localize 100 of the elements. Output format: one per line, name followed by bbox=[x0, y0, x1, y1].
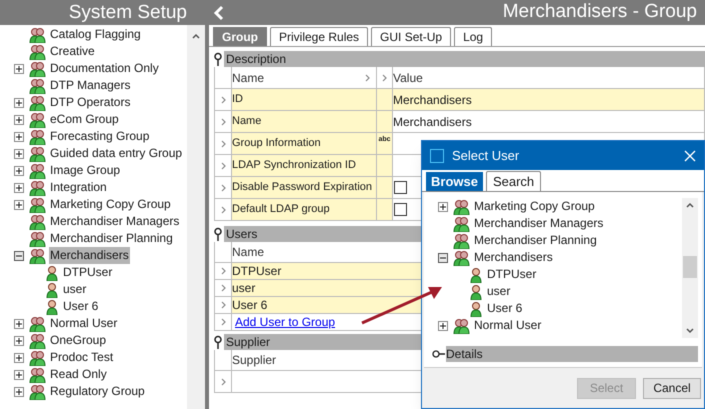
expand-icon[interactable] bbox=[14, 166, 24, 176]
expand-icon[interactable] bbox=[14, 182, 24, 192]
user-icon bbox=[469, 266, 483, 282]
tab[interactable]: Log bbox=[454, 27, 492, 46]
pin-icon bbox=[432, 350, 446, 358]
tab[interactable]: Group bbox=[213, 27, 267, 46]
scrollbar[interactable] bbox=[682, 198, 698, 338]
tree-item[interactable]: OneGroup bbox=[49, 332, 108, 349]
tab[interactable]: Search bbox=[486, 171, 542, 191]
table-cell-text: Merchandisers bbox=[393, 114, 472, 130]
group-icon bbox=[29, 44, 46, 60]
tree-item[interactable]: Marketing Copy Group bbox=[49, 196, 172, 213]
expand-icon[interactable] bbox=[14, 200, 24, 210]
section-header[interactable]: Description bbox=[224, 51, 705, 67]
dialog-title: Select User bbox=[452, 146, 520, 165]
tree-item[interactable]: Merchandisers bbox=[473, 249, 554, 266]
tree-item[interactable]: Merchandiser Planning bbox=[473, 232, 598, 249]
group-icon bbox=[29, 94, 46, 110]
tree-item[interactable]: Guided data entry Group bbox=[49, 145, 184, 162]
group-icon bbox=[29, 60, 46, 76]
page-title: Merchandisers - Group bbox=[502, 0, 697, 24]
chevron-icon bbox=[218, 138, 228, 150]
tree-item[interactable]: user bbox=[62, 281, 88, 298]
section-header[interactable]: Details bbox=[446, 346, 698, 362]
tree-item[interactable]: Documentation Only bbox=[49, 60, 160, 77]
chevron-icon bbox=[218, 116, 228, 128]
group-icon bbox=[29, 248, 46, 264]
chevron-icon bbox=[380, 72, 389, 84]
chevron-icon bbox=[218, 282, 228, 294]
tree-item[interactable]: Merchandiser Managers bbox=[473, 215, 604, 232]
expand-icon[interactable] bbox=[438, 202, 448, 212]
expand-icon[interactable] bbox=[14, 336, 24, 346]
tree-item[interactable]: User 6 bbox=[62, 298, 100, 315]
dialog-button[interactable]: Cancel bbox=[643, 378, 701, 398]
tree-item[interactable]: Normal User bbox=[473, 317, 542, 334]
tree-item[interactable]: Read Only bbox=[49, 366, 108, 383]
tree-item[interactable]: Merchandisers bbox=[49, 247, 130, 264]
expand-icon[interactable] bbox=[14, 386, 24, 396]
tab[interactable]: Browse bbox=[426, 172, 483, 191]
tree-item[interactable]: DTPUser bbox=[486, 266, 538, 283]
expand-icon[interactable] bbox=[14, 318, 24, 328]
chevron-icon bbox=[218, 94, 228, 106]
chevron-icon bbox=[218, 316, 228, 328]
tree-item[interactable]: User 6 bbox=[486, 300, 524, 317]
tree-item[interactable]: eCom Group bbox=[49, 111, 120, 128]
user-icon bbox=[469, 284, 483, 300]
expand-icon[interactable] bbox=[14, 352, 24, 362]
expand-icon[interactable] bbox=[438, 320, 448, 330]
tree-item[interactable]: Integration bbox=[49, 179, 108, 196]
scroll-up-icon[interactable] bbox=[192, 33, 200, 39]
chevron-icon bbox=[218, 376, 228, 388]
tree-item[interactable]: DTP Managers bbox=[49, 77, 132, 94]
tree-item[interactable]: Merchandiser Managers bbox=[49, 213, 180, 230]
tree-item[interactable]: Marketing Copy Group bbox=[473, 198, 596, 215]
panel-title: System Setup bbox=[0, 0, 205, 25]
table-cell: Default LDAP group bbox=[232, 199, 377, 221]
tree-item[interactable]: user bbox=[486, 283, 512, 300]
chevron-icon bbox=[218, 182, 228, 194]
tree-item[interactable]: Merchandiser Planning bbox=[49, 230, 174, 247]
checkbox[interactable] bbox=[394, 203, 407, 216]
tree-item[interactable]: DTP Operators bbox=[49, 94, 132, 111]
group-icon bbox=[29, 316, 46, 332]
tab[interactable]: Privilege Rules bbox=[270, 27, 368, 46]
expand-icon[interactable] bbox=[14, 114, 24, 124]
group-icon bbox=[453, 318, 470, 334]
chevron-icon bbox=[218, 299, 228, 311]
expand-icon[interactable] bbox=[14, 370, 24, 380]
tree-item[interactable]: Image Group bbox=[49, 162, 122, 179]
tree-item[interactable]: Regulatory Group bbox=[49, 383, 146, 400]
chevron-icon bbox=[218, 204, 228, 216]
group-icon bbox=[29, 350, 46, 366]
collapse-icon[interactable] bbox=[438, 252, 448, 262]
expand-icon[interactable] bbox=[14, 64, 24, 74]
scroll-up-icon[interactable] bbox=[686, 202, 694, 208]
group-icon bbox=[29, 230, 46, 246]
collapse-icon[interactable] bbox=[14, 250, 24, 260]
checkbox[interactable] bbox=[394, 181, 407, 194]
group-icon bbox=[29, 128, 46, 144]
scrollbar[interactable] bbox=[187, 25, 205, 409]
back-icon[interactable] bbox=[213, 4, 225, 20]
tree-item[interactable]: Forecasting Group bbox=[49, 128, 150, 145]
scroll-down-icon[interactable] bbox=[686, 328, 694, 334]
tree-item[interactable]: Prodoc Test bbox=[49, 349, 114, 366]
expand-icon[interactable] bbox=[14, 98, 24, 108]
tree-item[interactable]: Creative bbox=[49, 43, 96, 60]
group-icon bbox=[29, 196, 46, 212]
expand-icon[interactable] bbox=[14, 132, 24, 142]
pin-icon bbox=[212, 226, 224, 242]
pin-icon bbox=[212, 52, 224, 66]
group-icon bbox=[453, 198, 470, 214]
expand-icon[interactable] bbox=[14, 148, 24, 158]
tree-item[interactable]: Catalog Flagging bbox=[49, 26, 142, 43]
close-icon[interactable] bbox=[684, 150, 696, 162]
tree-item[interactable]: DTPUser bbox=[62, 264, 114, 281]
add-user-link[interactable]: Add User to Group bbox=[235, 313, 336, 331]
group-icon bbox=[29, 214, 46, 230]
group-icon bbox=[453, 216, 470, 232]
tab[interactable]: GUI Set-Up bbox=[371, 27, 452, 46]
scroll-thumb[interactable] bbox=[683, 256, 697, 278]
tree-item[interactable]: Normal User bbox=[49, 315, 118, 332]
